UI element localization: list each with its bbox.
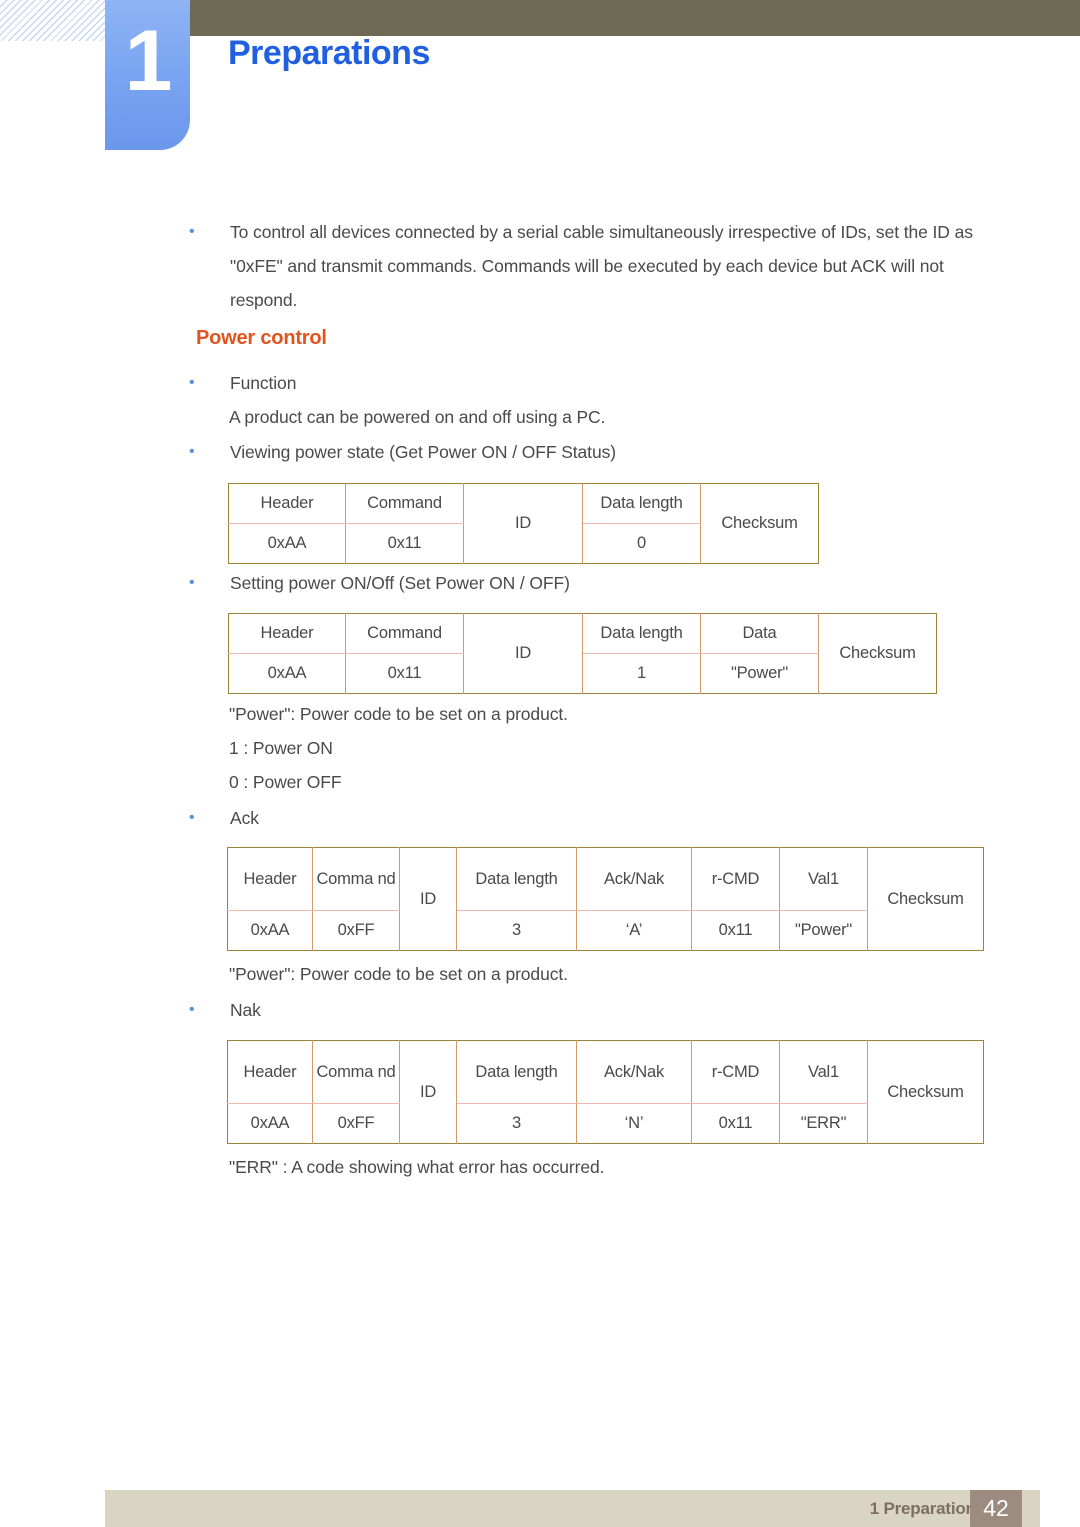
table-get-power-status: Header Command ID Data length Checksum 0… (228, 483, 819, 564)
footer-chapter-label: 1 Preparations (869, 1499, 986, 1518)
table-header-cell: r-CMD (691, 847, 780, 911)
bullet-icon: • (189, 574, 195, 591)
table-value-cell: 3 (456, 910, 577, 951)
table-header-cell: ID (463, 483, 583, 564)
function-description: A product can be powered on and off usin… (229, 407, 606, 427)
setting-power-bullet-row: • Setting power ON/Off (Set Power ON / O… (185, 566, 785, 600)
table-header-cell: Checksum (867, 1040, 984, 1144)
table-header-cell: Header (228, 483, 346, 524)
table-value-cell: 0xFF (312, 910, 400, 951)
table-header-cell: Checksum (818, 613, 937, 694)
note-bullet-row: • To control all devices connected by a … (185, 215, 995, 317)
table-row: Header Command ID Data length Checksum (228, 483, 819, 564)
table-header-cell: Val1 (779, 847, 868, 911)
table-value-cell: 0xAA (227, 1103, 313, 1144)
table-value-cell: 0xAA (227, 910, 313, 951)
table-header-cell: Header (228, 613, 346, 654)
table-header-cell: ID (399, 1040, 457, 1144)
ack-bullet-row: • Ack (185, 801, 585, 835)
bullet-icon: • (189, 374, 195, 391)
page-footer: 1 Preparations (105, 1490, 1040, 1527)
table-row: Header Command ID Data length Data Check… (228, 613, 937, 694)
table-header-cell: Data (700, 613, 819, 654)
err-code-note: "ERR" : A code showing what error has oc… (229, 1157, 605, 1177)
ack-bullet-text: Ack (230, 808, 259, 828)
footer-page-number: 42 (983, 1495, 1009, 1521)
nak-bullet-row: • Nak (185, 993, 585, 1027)
power-code-note-1: "Power": Power code to be set on a produ… (229, 704, 568, 724)
table-header-cell: Data length (456, 847, 577, 911)
power-code-note-2: "Power": Power code to be set on a produ… (229, 964, 568, 984)
table-value-cell: "Power" (700, 653, 819, 694)
function-bullet-text: Function (230, 373, 297, 393)
table-value-cell: 0 (582, 523, 701, 564)
table-header-cell: r-CMD (691, 1040, 780, 1104)
section-heading-power-control: Power control (196, 327, 327, 349)
note-bullet-text: To control all devices connected by a se… (230, 222, 973, 310)
viewing-power-bullet-row: • Viewing power state (Get Power ON / OF… (185, 435, 785, 469)
page-header: 1 Preparations (0, 0, 1080, 160)
power-off-line: 0 : Power OFF (229, 772, 342, 792)
table-value-cell: ‘N’ (576, 1103, 692, 1144)
table-header-cell: ID (399, 847, 457, 951)
table-value-cell: 0xAA (228, 523, 346, 564)
table-value-cell: 3 (456, 1103, 577, 1144)
table-value-cell: 1 (582, 653, 701, 694)
chapter-number: 1 (124, 13, 173, 109)
table-value-cell: ‘A’ (576, 910, 692, 951)
power-on-line: 1 : Power ON (229, 738, 333, 758)
table-header-cell: Command (345, 483, 464, 524)
nak-bullet-text: Nak (230, 1000, 261, 1020)
table-header-cell: Header (227, 847, 313, 911)
table-value-cell: 0xFF (312, 1103, 400, 1144)
table-header-cell: Ack/Nak (576, 847, 692, 911)
table-header-cell: Data length (456, 1040, 577, 1104)
hatch-decoration (0, 0, 108, 41)
table-nak: Header Comma nd ID Data length Ack/Nak r… (227, 1040, 984, 1144)
table-value-cell: 0xAA (228, 653, 346, 694)
table-ack: Header Comma nd ID Data length Ack/Nak r… (227, 847, 984, 951)
bullet-icon: • (189, 443, 195, 460)
table-value-cell: 0x11 (345, 653, 464, 694)
setting-power-bullet-text: Setting power ON/Off (Set Power ON / OFF… (230, 573, 570, 593)
function-bullet-row: • Function (185, 366, 785, 400)
page-title: Preparations (228, 34, 430, 72)
table-header-cell: Data length (582, 483, 701, 524)
chapter-tab: 1 (105, 0, 190, 150)
table-header-cell: Comma nd (312, 847, 400, 911)
table-header-cell: ID (463, 613, 583, 694)
bullet-icon: • (189, 223, 195, 240)
header-olive-bar (190, 0, 1080, 36)
table-set-power: Header Command ID Data length Data Check… (228, 613, 937, 694)
bullet-icon: • (189, 809, 195, 826)
table-header-cell: Checksum (867, 847, 984, 951)
bullet-icon: • (189, 1001, 195, 1018)
table-row: Header Comma nd ID Data length Ack/Nak r… (227, 847, 984, 951)
table-header-cell: Command (345, 613, 464, 654)
table-value-cell: 0x11 (345, 523, 464, 564)
table-value-cell: "ERR" (779, 1103, 868, 1144)
footer-page-box: 42 (970, 1490, 1022, 1527)
table-header-cell: Val1 (779, 1040, 868, 1104)
viewing-power-bullet-text: Viewing power state (Get Power ON / OFF … (230, 442, 616, 462)
table-value-cell: "Power" (779, 910, 868, 951)
table-header-cell: Data length (582, 613, 701, 654)
table-header-cell: Ack/Nak (576, 1040, 692, 1104)
table-header-cell: Checksum (700, 483, 819, 564)
table-value-cell: 0x11 (691, 1103, 780, 1144)
table-row: Header Comma nd ID Data length Ack/Nak r… (227, 1040, 984, 1144)
table-value-cell: 0x11 (691, 910, 780, 951)
table-header-cell: Header (227, 1040, 313, 1104)
table-header-cell: Comma nd (312, 1040, 400, 1104)
